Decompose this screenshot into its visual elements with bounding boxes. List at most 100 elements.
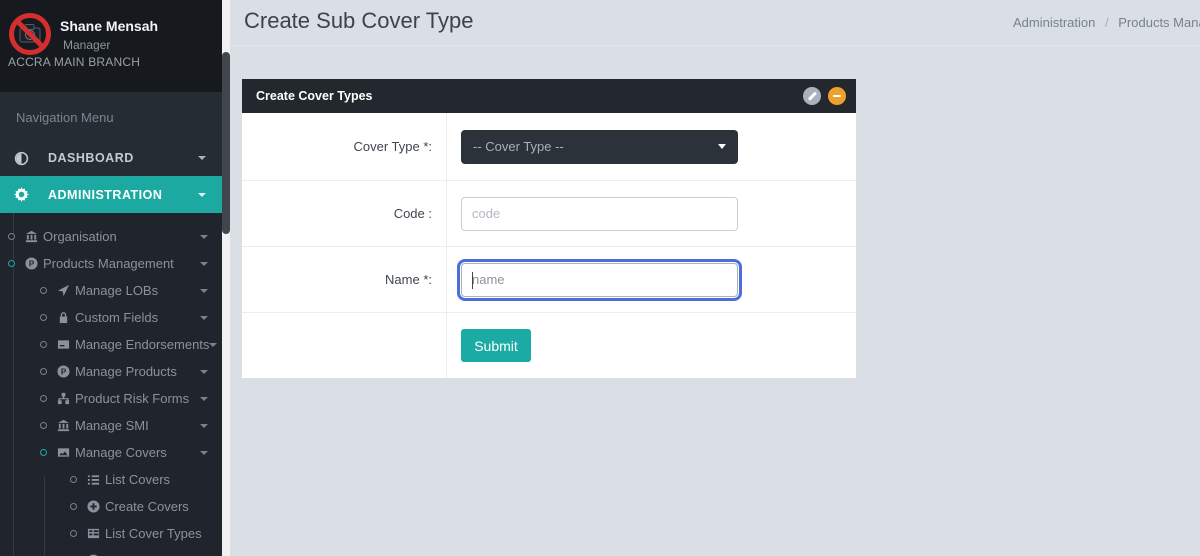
no-camera-avatar-icon xyxy=(8,12,52,56)
form-row-cover-type: Cover Type *: -- Cover Type -- xyxy=(242,113,856,180)
bullet-icon xyxy=(8,233,15,240)
sidebar-item-label: Manage Endorsements xyxy=(75,337,209,352)
bullet-icon xyxy=(70,530,77,537)
form-row-code: Code : xyxy=(242,180,856,246)
code-label: Code : xyxy=(394,206,432,221)
breadcrumb-products-management[interactable]: Products Management xyxy=(1118,15,1200,30)
sidebar-scrollbar-track[interactable] xyxy=(222,0,230,556)
table-icon xyxy=(86,527,100,541)
sidebar-item-label: Manage LOBs xyxy=(75,283,158,298)
image-icon xyxy=(56,446,70,460)
cover-type-select-value: -- Cover Type -- xyxy=(473,139,564,154)
page-title: Create Sub Cover Type xyxy=(244,8,474,34)
sidebar-item-manage-smi[interactable]: Manage SMI xyxy=(0,412,222,439)
panel-body: Cover Type *: -- Cover Type -- Code : xyxy=(242,113,856,378)
sidebar-item-manage-lobs[interactable]: Manage LOBs xyxy=(0,277,222,304)
sidebar-item-label: List Covers xyxy=(105,472,170,487)
nav-section-label: Navigation Menu xyxy=(0,92,222,140)
chevron-down-icon xyxy=(198,156,206,160)
svg-text:P: P xyxy=(28,259,33,268)
sidebar-item-label: ADMINISTRATION xyxy=(48,188,162,202)
sidebar-item-list-covers[interactable]: List Covers xyxy=(0,466,222,493)
name-input-wrap xyxy=(461,263,738,297)
code-input[interactable] xyxy=(461,197,738,231)
bullet-icon xyxy=(8,260,15,267)
p-circle-icon: P xyxy=(24,257,38,271)
bullet-icon xyxy=(40,422,47,429)
sidebar-item-manage-covers[interactable]: Manage Covers xyxy=(0,439,222,466)
gear-icon xyxy=(14,187,29,202)
sidebar-item-label: Organisation xyxy=(43,229,117,244)
sidebar-item-label: DASHBOARD xyxy=(48,151,134,165)
sidebar-item-partial[interactable] xyxy=(0,547,222,556)
sidebar-item-label: Products Management xyxy=(43,256,174,271)
sidebar-item-label: Manage Covers xyxy=(75,445,167,460)
bullet-icon xyxy=(70,503,77,510)
sidebar-item-label: Custom Fields xyxy=(75,310,158,325)
minus-icon xyxy=(833,95,841,98)
bullet-icon xyxy=(70,476,77,483)
field-cell: -- Cover Type -- xyxy=(447,113,856,180)
chevron-down-icon xyxy=(209,343,217,347)
sidebar-item-products-management[interactable]: P Products Management xyxy=(0,250,222,277)
panel-title: Create Cover Types xyxy=(256,89,373,103)
administration-submenu: Organisation P Products Management Manag… xyxy=(0,213,222,556)
sidebar-item-label: Manage Products xyxy=(75,364,177,379)
field-cell xyxy=(447,181,856,246)
submit-button[interactable]: Submit xyxy=(461,329,531,362)
label-cell: Cover Type *: xyxy=(242,113,447,180)
bullet-icon xyxy=(40,341,47,348)
form-row-submit: Submit xyxy=(242,312,856,378)
name-input[interactable] xyxy=(461,263,738,297)
location-arrow-icon xyxy=(56,284,70,298)
user-role: Manager xyxy=(63,38,110,52)
chevron-down-icon xyxy=(200,397,208,401)
sidebar-scrollbar-thumb[interactable] xyxy=(222,52,230,234)
name-label: Name *: xyxy=(385,272,432,287)
user-branch: ACCRA MAIN BRANCH xyxy=(8,55,140,69)
sidebar-item-organisation[interactable]: Organisation xyxy=(0,223,222,250)
sidebar-item-label: Create Covers xyxy=(105,499,189,514)
sidebar-item-dashboard[interactable]: DASHBOARD xyxy=(0,140,222,176)
cover-type-select[interactable]: -- Cover Type -- xyxy=(461,130,738,164)
label-cell xyxy=(242,313,447,378)
chevron-down-icon xyxy=(200,316,208,320)
svg-text:P: P xyxy=(60,367,65,376)
edit-panel-button[interactable] xyxy=(803,87,821,105)
sidebar-item-manage-products[interactable]: P Manage Products xyxy=(0,358,222,385)
chevron-down-icon xyxy=(200,235,208,239)
sidebar-item-administration[interactable]: ADMINISTRATION xyxy=(0,176,222,213)
sidebar: Shane Mensah Manager ACCRA MAIN BRANCH N… xyxy=(0,0,222,556)
sidebar-item-label: Manage SMI xyxy=(75,418,149,433)
sidebar-item-create-covers[interactable]: Create Covers xyxy=(0,493,222,520)
sidebar-item-manage-endorsements[interactable]: Manage Endorsements xyxy=(0,331,222,358)
bullet-icon xyxy=(40,287,47,294)
sidebar-item-label: Product Risk Forms xyxy=(75,391,189,406)
breadcrumb-administration[interactable]: Administration xyxy=(1013,15,1095,30)
form-row-name: Name *: xyxy=(242,246,856,312)
main-content: Create Sub Cover Type Administration / P… xyxy=(230,0,1200,556)
chevron-down-icon xyxy=(200,424,208,428)
user-name: Shane Mensah xyxy=(60,18,158,34)
chevron-down-icon xyxy=(718,144,726,149)
field-cell: Submit xyxy=(447,313,856,378)
sidebar-item-label: List Cover Types xyxy=(105,526,202,541)
collapse-panel-button[interactable] xyxy=(828,87,846,105)
sidebar-item-product-risk-forms[interactable]: Product Risk Forms xyxy=(0,385,222,412)
bank-icon xyxy=(24,230,38,244)
bullet-icon xyxy=(40,368,47,375)
lock-icon xyxy=(56,311,70,325)
card-icon xyxy=(56,338,70,352)
breadcrumb: Administration / Products Management xyxy=(1013,15,1200,30)
adjust-icon xyxy=(14,151,29,166)
content-header: Create Sub Cover Type Administration / P… xyxy=(230,0,1200,46)
bank-icon xyxy=(56,419,70,433)
cover-type-label: Cover Type *: xyxy=(353,139,432,154)
chevron-down-icon xyxy=(200,451,208,455)
text-cursor xyxy=(472,272,473,289)
sidebar-item-custom-fields[interactable]: Custom Fields xyxy=(0,304,222,331)
chevron-down-icon xyxy=(200,262,208,266)
breadcrumb-separator: / xyxy=(1105,15,1109,30)
sidebar-item-list-cover-types[interactable]: List Cover Types xyxy=(0,520,222,547)
chevron-down-icon xyxy=(198,193,206,197)
